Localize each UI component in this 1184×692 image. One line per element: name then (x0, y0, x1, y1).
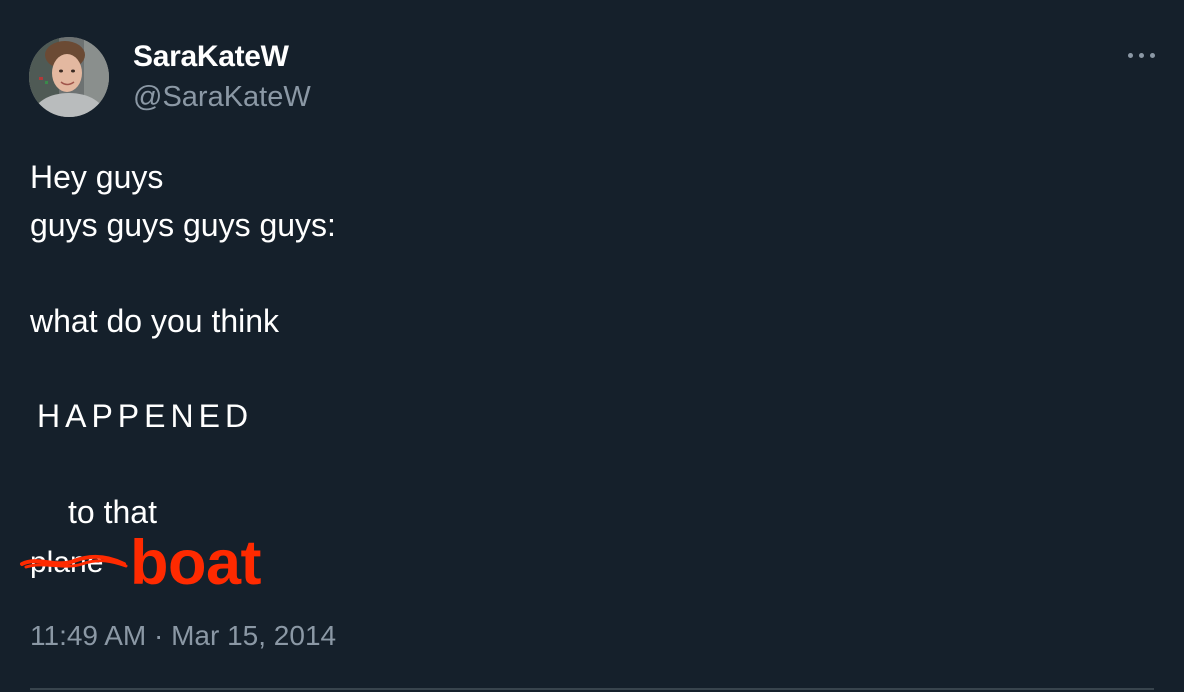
more-horizontal-icon (1128, 53, 1133, 58)
replacement-word: boat (130, 528, 261, 598)
tweet-text-line: guys guys guys guys: (30, 207, 336, 243)
more-options-button[interactable] (1124, 42, 1160, 70)
more-horizontal-icon (1150, 53, 1155, 58)
author-handle[interactable]: @SaraKateW (133, 80, 311, 114)
divider (30, 688, 1154, 690)
strikethrough-scribble-icon (20, 554, 128, 569)
profile-photo-icon (29, 37, 109, 117)
avatar[interactable] (29, 37, 109, 117)
tweet-card: SaraKateW @SaraKateW Hey guys guys guys … (0, 0, 1184, 692)
tweet-text-line: HAPPENED (37, 398, 254, 434)
author-display-name[interactable]: SaraKateW (133, 40, 289, 74)
tweet-text-line: Hey guys (30, 159, 164, 195)
tweet-timestamp[interactable]: 11:49 AM · Mar 15, 2014 (30, 619, 336, 653)
tweet-text-line: to that (68, 494, 157, 530)
more-horizontal-icon (1139, 53, 1144, 58)
tweet-text-line: what do you think (30, 303, 280, 339)
